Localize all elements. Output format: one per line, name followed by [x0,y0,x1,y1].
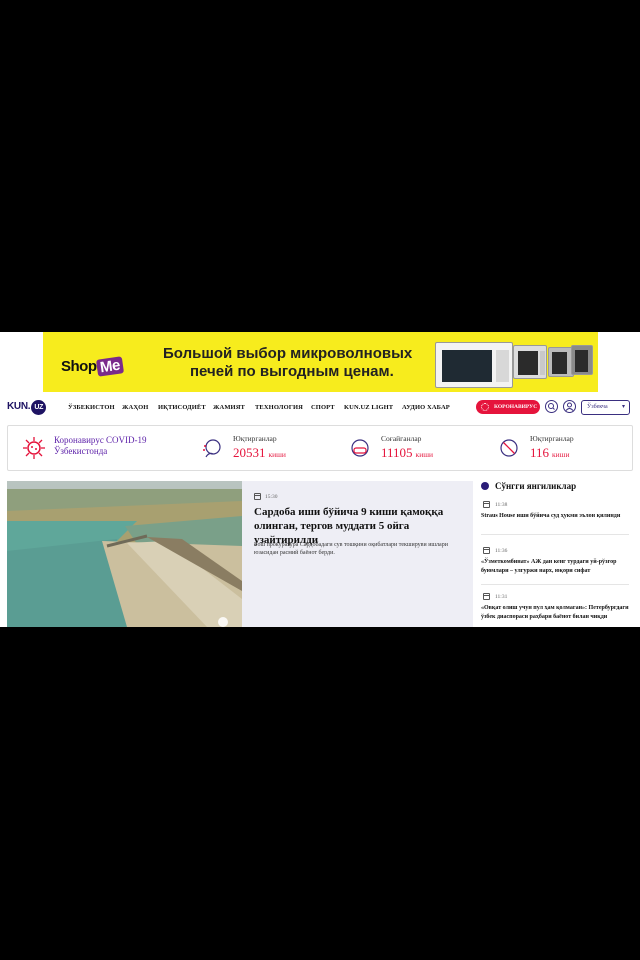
calendar-icon [483,547,490,554]
user-button[interactable] [563,400,576,413]
dam-photo [7,481,242,627]
news-item-title[interactable]: Straus House иши бўйича суд ҳукми эълон … [481,512,629,521]
stat-deaths-unit: киши [552,450,570,459]
nav-item-society[interactable]: ЖАМИЯТ [213,404,245,411]
main-article-image[interactable] [7,481,242,627]
latest-news: Сўнгги янгиликлар 11:38 Straus House иши… [481,481,631,627]
stat-deaths-label: Юқтирганлар [530,434,574,443]
calendar-icon [483,593,490,600]
search-icon [548,403,555,410]
covid-title: Коронавирус COVID-19 Ўзбекистонда [54,435,147,457]
main-article-time: 15:30 [265,494,278,500]
page: Shop Me Большой выбор микроволновых печей… [0,332,640,627]
stat-recovered-unit: киши [415,450,433,459]
latest-news-heading-text: Сўнгги янгиликлар [495,481,577,491]
news-item-time: 11:36 [495,548,508,554]
microwave-image [571,345,593,375]
stat-infected-label: Юқтирганлар [233,434,277,443]
latest-news-heading: Сўнгги янгиликлар [481,481,576,491]
language-select-value: Ўзбекча [587,404,608,410]
no-entry-icon [500,439,518,457]
nav-item-world[interactable]: ЖАҲОН [122,404,148,411]
news-item[interactable]: 11:36 «Ўзметкомбинат» АЖ дан кенг турдаг… [481,545,629,585]
main-nav: KUN. UZ ЎЗБЕКИСТОН ЖАҲОН ИҚТИСОДИЁТ ЖАМИЯ… [0,394,640,422]
coronavirus-button-label: КОРОНАВИРУС [494,404,538,410]
covid-title-line1: Коронавирус COVID-19 [54,435,147,445]
bullet-icon [481,482,489,490]
main-article-summary: Бош прокуратура Сардобадаги сув тошқини … [254,542,448,556]
shopme-logo-shop: Shop [61,358,97,375]
covid-title-line2: Ўзбекистонда [54,446,108,456]
search-button[interactable] [545,400,558,413]
microwave-image [435,342,513,388]
microwave-image [513,345,547,379]
ad-banner[interactable]: Shop Me Большой выбор микроволновых печей… [43,332,598,392]
user-icon [565,402,574,411]
shopme-logo: Shop Me [61,346,133,382]
stat-recovered-label: Соғайганлар [381,434,422,443]
news-item[interactable]: 11:38 Straus House иши бўйича суд ҳукми … [481,499,629,535]
nav-item-uzbekistan[interactable]: ЎЗБЕКИСТОН [68,404,115,411]
stat-deaths-value: 116 [530,445,550,460]
news-item-title[interactable]: «Овқат олиш учун пул ҳам қолмаган»: Пете… [481,604,629,621]
banner-text-line2: печей по выгодным ценам. [190,363,394,380]
news-item-time: 11:31 [495,594,508,600]
chevron-down-icon: ▾ [621,404,625,410]
news-item[interactable]: 11:31 «Овқат олиш учун пул ҳам қолмаган»… [481,591,629,627]
virus-icon [23,437,45,459]
mask-icon [351,439,369,457]
logo-uz-badge: UZ [31,400,47,415]
calendar-icon [483,501,490,508]
coronavirus-button[interactable]: КОРОНАВИРУС [476,400,540,414]
nav-item-technology[interactable]: ТЕХНОЛОГИЯ [255,404,303,411]
main-article[interactable]: 15:30 Сардоба иши бўйича 9 киши қамоққа … [242,481,473,627]
banner-text-line1: Большой выбор микроволновых [163,345,413,362]
virus-icon [481,403,489,411]
language-select[interactable]: Ўзбекча ▾ [581,400,630,415]
covid-stats-panel[interactable]: Коронавирус COVID-19 Ўзбекистонда Юқтирг… [7,425,633,471]
nav-item-sport[interactable]: СПОРТ [311,404,335,411]
logo-text: KUN. [7,401,31,412]
news-item-title[interactable]: «Ўзметкомбинат» АЖ дан кенг турдаги уй-р… [481,558,629,575]
nav-item-economy[interactable]: ИҚТИСОДИЁТ [158,404,206,411]
nav-item-audio[interactable]: АУДИО ХАБАР [402,404,450,411]
nav-item-kunuz-light[interactable]: KUN.UZ LIGHT [344,404,393,411]
shopme-logo-me: Me [95,356,124,377]
news-item-time: 11:38 [495,502,508,508]
stat-infected-unit: киши [268,450,286,459]
calendar-icon [254,493,261,500]
cough-icon [203,439,221,458]
kun-uz-logo[interactable]: KUN. UZ [7,400,47,415]
stat-recovered-value: 11105 [381,445,413,460]
stat-infected-value: 20531 [233,445,266,460]
